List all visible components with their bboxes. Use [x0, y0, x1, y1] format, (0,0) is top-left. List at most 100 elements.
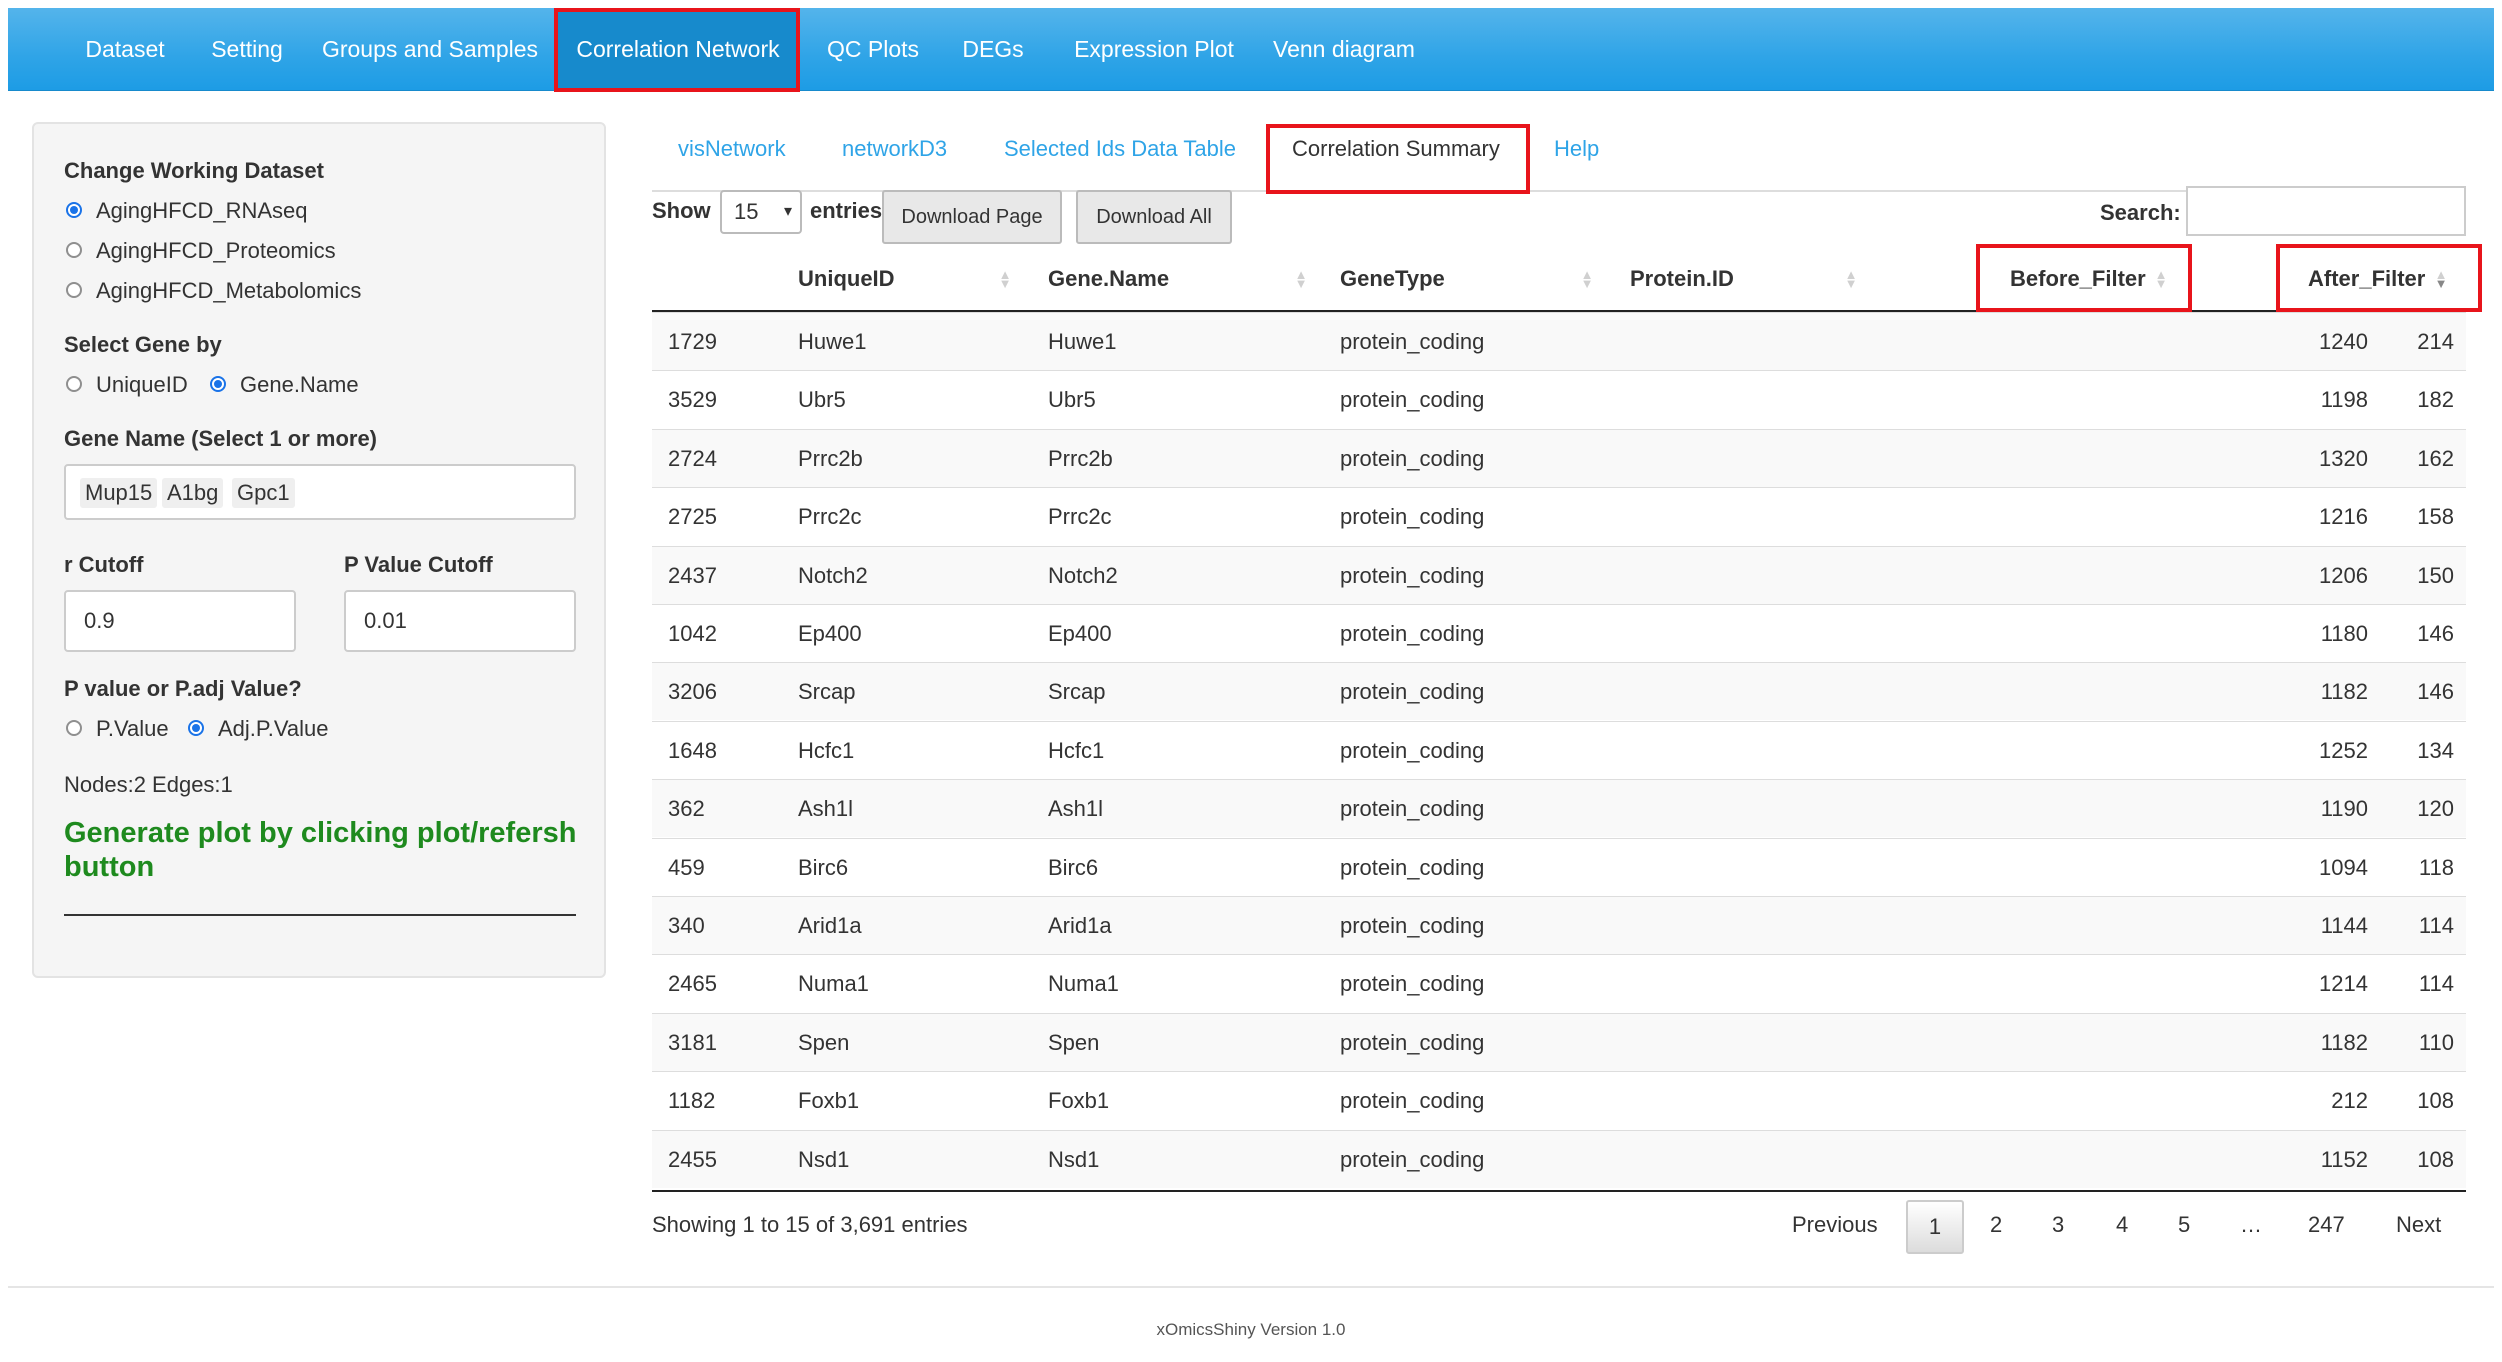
cell-before-filter: 1198	[2320, 387, 2368, 413]
gene-chip[interactable]: A1bg	[162, 478, 224, 508]
sort-icon[interactable]: ▲ ▼	[1844, 268, 1858, 290]
sort-icon[interactable]: ▲ ▼	[998, 268, 1012, 290]
table-row[interactable]: 2465 Numa1 Numa1 protein_coding 1214 114	[652, 954, 2466, 1012]
table-row[interactable]: 1182 Foxb1 Foxb1 protein_coding 212 108	[652, 1071, 2466, 1129]
table-row[interactable]: 2455 Nsd1 Nsd1 protein_coding 1152 108	[652, 1129, 2466, 1188]
column-header-protein-id[interactable]: Protein.ID	[1630, 266, 1734, 292]
radio-uniqueid[interactable]	[66, 376, 82, 392]
table-row[interactable]: 362 Ash1l Ash1l protein_coding 1190 120	[652, 779, 2466, 838]
cell-gene-name: Numa1	[1048, 971, 1119, 997]
pvalue-option-adj-pvalue[interactable]: Adj.P.Value	[218, 716, 329, 742]
tab-selected-ids-data-table[interactable]: Selected Ids Data Table	[1004, 136, 1236, 162]
nav-venn-diagram[interactable]: Venn diagram	[1264, 8, 1424, 90]
top-navbar: Dataset Setting Groups and Samples Corre…	[8, 8, 2494, 91]
tab-visnetwork[interactable]: visNetwork	[678, 136, 786, 162]
tab-networkd3[interactable]: networkD3	[842, 136, 947, 162]
sidebar-panel: Change Working Dataset AgingHFCD_RNAseq …	[32, 122, 606, 978]
cell-uniqueid: Ubr5	[798, 387, 846, 413]
pvalue-option-pvalue[interactable]: P.Value	[96, 716, 169, 742]
cell-uniqueid: Prrc2c	[798, 504, 862, 530]
entries-select[interactable]: 15 ▾	[720, 190, 802, 234]
gene-chip[interactable]: Gpc1	[232, 478, 295, 508]
table-row[interactable]: 2724 Prrc2b Prrc2b protein_coding 1320 162	[652, 428, 2466, 487]
gene-name-selectize[interactable]: Mup15 A1bg Gpc1	[64, 464, 576, 520]
column-header-genetype[interactable]: GeneType	[1340, 266, 1445, 292]
nav-degs[interactable]: DEGs	[950, 8, 1036, 90]
cell-genetype: protein_coding	[1340, 913, 1485, 938]
radio-adj-pvalue[interactable]	[188, 720, 204, 736]
table-info: Showing 1 to 15 of 3,691 entries	[652, 1212, 968, 1237]
download-page-button[interactable]: Download Page	[882, 190, 1062, 244]
cell-genetype: protein_coding	[1340, 796, 1485, 822]
table-row[interactable]: 1729 Huwe1 Huwe1 protein_coding 1240 214	[652, 312, 2466, 370]
pagination-page[interactable]: 3	[2052, 1212, 2064, 1238]
sort-icon[interactable]: ▲ ▼	[2154, 268, 2168, 290]
tab-help[interactable]: Help	[1554, 136, 1599, 162]
nav-qc-plots[interactable]: QC Plots	[816, 8, 930, 90]
cell-after-filter: 110	[2418, 1029, 2454, 1055]
table-row[interactable]: 3206 Srcap Srcap protein_coding 1182 146	[652, 662, 2466, 721]
column-header-gene-name[interactable]: Gene.Name	[1048, 266, 1169, 292]
nav-groups-and-samples[interactable]: Groups and Samples	[310, 8, 550, 90]
sort-icon[interactable]: ▲ ▼	[1294, 268, 1308, 290]
cell-uniqueid: Nsd1	[798, 1146, 850, 1172]
cell-after-filter: 134	[2417, 737, 2454, 763]
radio-pvalue[interactable]	[66, 720, 82, 736]
sort-icon[interactable]: ▲ ▼	[1580, 268, 1594, 290]
table-row[interactable]: 459 Birc6 Birc6 protein_coding 1094 118	[652, 837, 2466, 896]
nav-expression-plot[interactable]: Expression Plot	[1054, 8, 1254, 90]
table-row[interactable]: 3529 Ubr5 Ubr5 protein_coding 1198 182	[652, 370, 2466, 428]
cell-before-filter: 1180	[2320, 621, 2368, 646]
show-label: Show	[652, 198, 711, 223]
cell-before-filter: 1094	[2319, 854, 2368, 880]
pagination-page-current[interactable]: 1	[1906, 1200, 1964, 1254]
sort-desc-icon[interactable]: ▲ ▼	[2434, 268, 2448, 290]
cell-after-filter: 108	[2417, 1146, 2454, 1172]
pagination-page[interactable]: 2	[1990, 1212, 2002, 1238]
table-row[interactable]: 1042 Ep400 Ep400 protein_coding 1180 146	[652, 604, 2466, 662]
cell-gene-name: Foxb1	[1048, 1088, 1110, 1114]
r-cutoff-input[interactable]: 0.9	[64, 590, 296, 652]
table-row[interactable]: 2437 Notch2 Notch2 protein_coding 1206 150	[652, 545, 2466, 604]
radio-dataset-metabolomics[interactable]	[66, 282, 82, 298]
column-header-before-filter[interactable]: Before_Filter	[2010, 266, 2146, 292]
pagination-page[interactable]: 247	[2308, 1212, 2345, 1238]
select-gene-option-gene-name[interactable]: Gene.Name	[240, 372, 359, 398]
cell-after-filter: 150	[2417, 562, 2454, 588]
pagination-page[interactable]: 4	[2116, 1212, 2128, 1238]
dataset-option-proteomics[interactable]: AgingHFCD_Proteomics	[96, 238, 336, 264]
dataset-option-rnaseq[interactable]: AgingHFCD_RNAseq	[96, 198, 308, 224]
radio-gene-name[interactable]	[210, 376, 226, 392]
tab-correlation-summary[interactable]: Correlation Summary	[1292, 136, 1500, 162]
cell-gene-name: Hcfc1	[1048, 737, 1105, 763]
nav-setting[interactable]: Setting	[198, 8, 296, 90]
cell-uniqueid: Birc6	[798, 854, 849, 880]
pagination-page[interactable]: 5	[2178, 1212, 2190, 1238]
search-input[interactable]	[2186, 186, 2466, 236]
cell-genetype: protein_coding	[1340, 854, 1485, 880]
table-row[interactable]: 2725 Prrc2c Prrc2c protein_coding 1216 158	[652, 487, 2466, 545]
gene-chip[interactable]: Mup15	[80, 478, 158, 508]
cell-gene-name: Huwe1	[1048, 329, 1117, 354]
pagination-next[interactable]: Next	[2396, 1212, 2441, 1238]
cell-before-filter: 1216	[2319, 504, 2368, 530]
cell-genetype: protein_coding	[1340, 329, 1485, 354]
nav-dataset[interactable]: Dataset	[60, 8, 190, 90]
download-all-button[interactable]: Download All	[1076, 190, 1232, 244]
table-row[interactable]: 3181 Spen Spen protein_coding 1182 110	[652, 1012, 2466, 1071]
radio-dataset-rnaseq[interactable]	[66, 202, 82, 218]
cell-index: 2455	[668, 1146, 717, 1172]
select-gene-option-uniqueid[interactable]: UniqueID	[96, 372, 188, 398]
radio-dataset-proteomics[interactable]	[66, 242, 82, 258]
column-header-after-filter[interactable]: After_Filter	[2308, 266, 2425, 292]
pagination-previous[interactable]: Previous	[1792, 1212, 1878, 1238]
p-cutoff-input[interactable]: 0.01	[344, 590, 576, 652]
table-row[interactable]: 340 Arid1a Arid1a protein_coding 1144 114	[652, 896, 2466, 954]
cell-index: 1042	[668, 621, 717, 646]
nav-correlation-network[interactable]: Correlation Network	[558, 8, 798, 90]
table-row[interactable]: 1648 Hcfc1 Hcfc1 protein_coding 1252 134	[652, 720, 2466, 779]
cell-before-filter: 1182	[2320, 679, 2368, 705]
cell-gene-name: Srcap	[1048, 679, 1106, 705]
dataset-option-metabolomics[interactable]: AgingHFCD_Metabolomics	[96, 278, 361, 304]
column-header-uniqueid[interactable]: UniqueID	[798, 266, 895, 292]
